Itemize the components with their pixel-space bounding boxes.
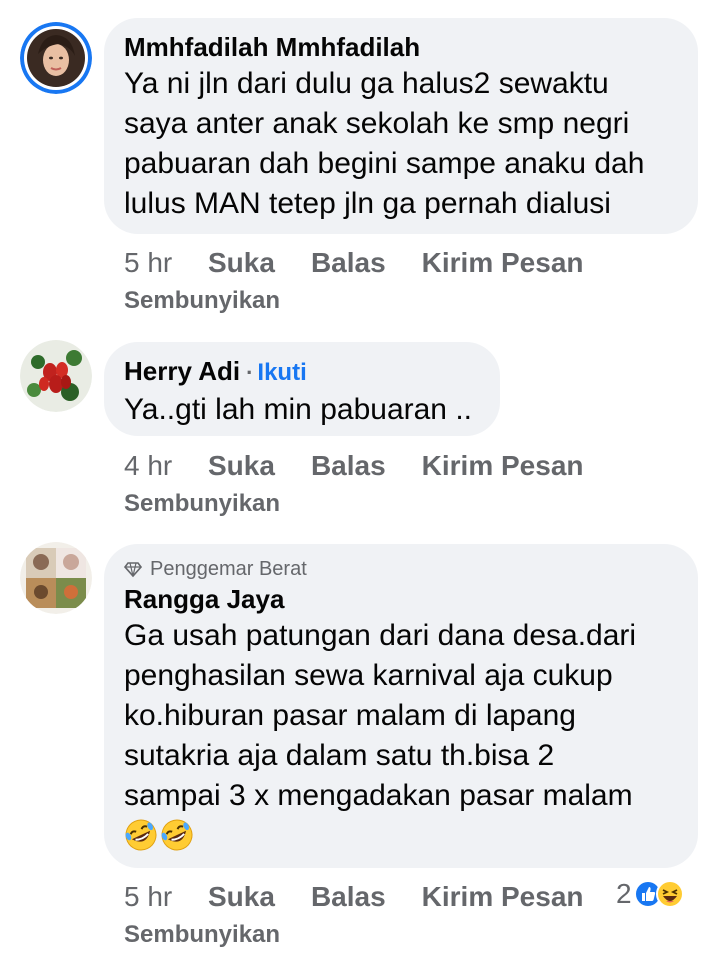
hide-button[interactable]: Sembunyikan bbox=[124, 921, 280, 949]
comment-text: Ga usah patungan dari dana desa.dari pen… bbox=[124, 619, 637, 812]
send-message-button[interactable]: Kirim Pesan bbox=[422, 881, 584, 913]
comment-actions: 4 hr Suka Balas Kirim Pesan bbox=[124, 449, 620, 483]
like-button[interactable]: Suka bbox=[208, 247, 275, 279]
reply-button[interactable]: Balas bbox=[311, 881, 386, 913]
haha-reaction-icon bbox=[655, 880, 684, 908]
hide-button[interactable]: Sembunyikan bbox=[124, 287, 280, 315]
badge-label: Penggemar Berat bbox=[150, 558, 307, 580]
profile-photo-woman-icon bbox=[20, 22, 92, 94]
comment-bubble: Mmhfadilah Mmhfadilah Ya ni jln dari dul… bbox=[104, 18, 698, 234]
comment-text: Ya..gti lah min pabuaran .. bbox=[124, 393, 472, 426]
avatar[interactable] bbox=[20, 340, 92, 412]
rolling-on-floor-laughing-emoji bbox=[160, 818, 194, 852]
reaction-icons bbox=[633, 880, 684, 908]
comment-thread: Mmhfadilah Mmhfadilah Ya ni jln dari dul… bbox=[0, 0, 720, 970]
avatar[interactable] bbox=[20, 22, 92, 94]
top-fan-badge: Penggemar Berat bbox=[124, 556, 676, 582]
comment-bubble: Herry Adi · Ikuti Ya..gti lah min pabuaran… bbox=[104, 342, 500, 436]
comment-author[interactable]: Herry Adi bbox=[124, 356, 240, 386]
profile-photo-collage-icon bbox=[20, 542, 92, 614]
reply-button[interactable]: Balas bbox=[311, 247, 386, 279]
diamond-icon bbox=[124, 562, 142, 578]
rolling-on-floor-laughing-emoji bbox=[124, 818, 158, 852]
avatar[interactable] bbox=[20, 542, 92, 614]
reaction-summary[interactable]: 2 bbox=[616, 877, 684, 911]
separator-dot: · bbox=[246, 360, 254, 385]
profile-photo-red-berries-icon bbox=[20, 340, 92, 412]
comment-timestamp[interactable]: 5 hr bbox=[124, 881, 208, 913]
follow-button[interactable]: Ikuti bbox=[257, 359, 306, 386]
comment-bubble: Penggemar Berat Rangga Jaya Ga usah patu… bbox=[104, 544, 698, 868]
comment-actions: 5 hr Suka Balas Kirim Pesan bbox=[124, 880, 620, 914]
send-message-button[interactable]: Kirim Pesan bbox=[422, 450, 584, 482]
comment-timestamp[interactable]: 5 hr bbox=[124, 247, 208, 279]
like-button[interactable]: Suka bbox=[208, 450, 275, 482]
send-message-button[interactable]: Kirim Pesan bbox=[422, 247, 584, 279]
hide-button[interactable]: Sembunyikan bbox=[124, 490, 280, 518]
comment-actions: 5 hr Suka Balas Kirim Pesan bbox=[124, 246, 620, 280]
emoji-row bbox=[124, 818, 676, 852]
comment-author[interactable]: Mmhfadilah Mmhfadilah bbox=[124, 30, 676, 64]
comment-author[interactable]: Rangga Jaya bbox=[124, 582, 676, 616]
comment-text: Ya ni jln dari dulu ga halus2 sewaktu sa… bbox=[124, 67, 645, 220]
reaction-count: 2 bbox=[616, 878, 632, 909]
comment-author-row: Herry Adi · Ikuti bbox=[124, 354, 478, 390]
like-button[interactable]: Suka bbox=[208, 881, 275, 913]
comment-timestamp[interactable]: 4 hr bbox=[124, 450, 208, 482]
reply-button[interactable]: Balas bbox=[311, 450, 386, 482]
